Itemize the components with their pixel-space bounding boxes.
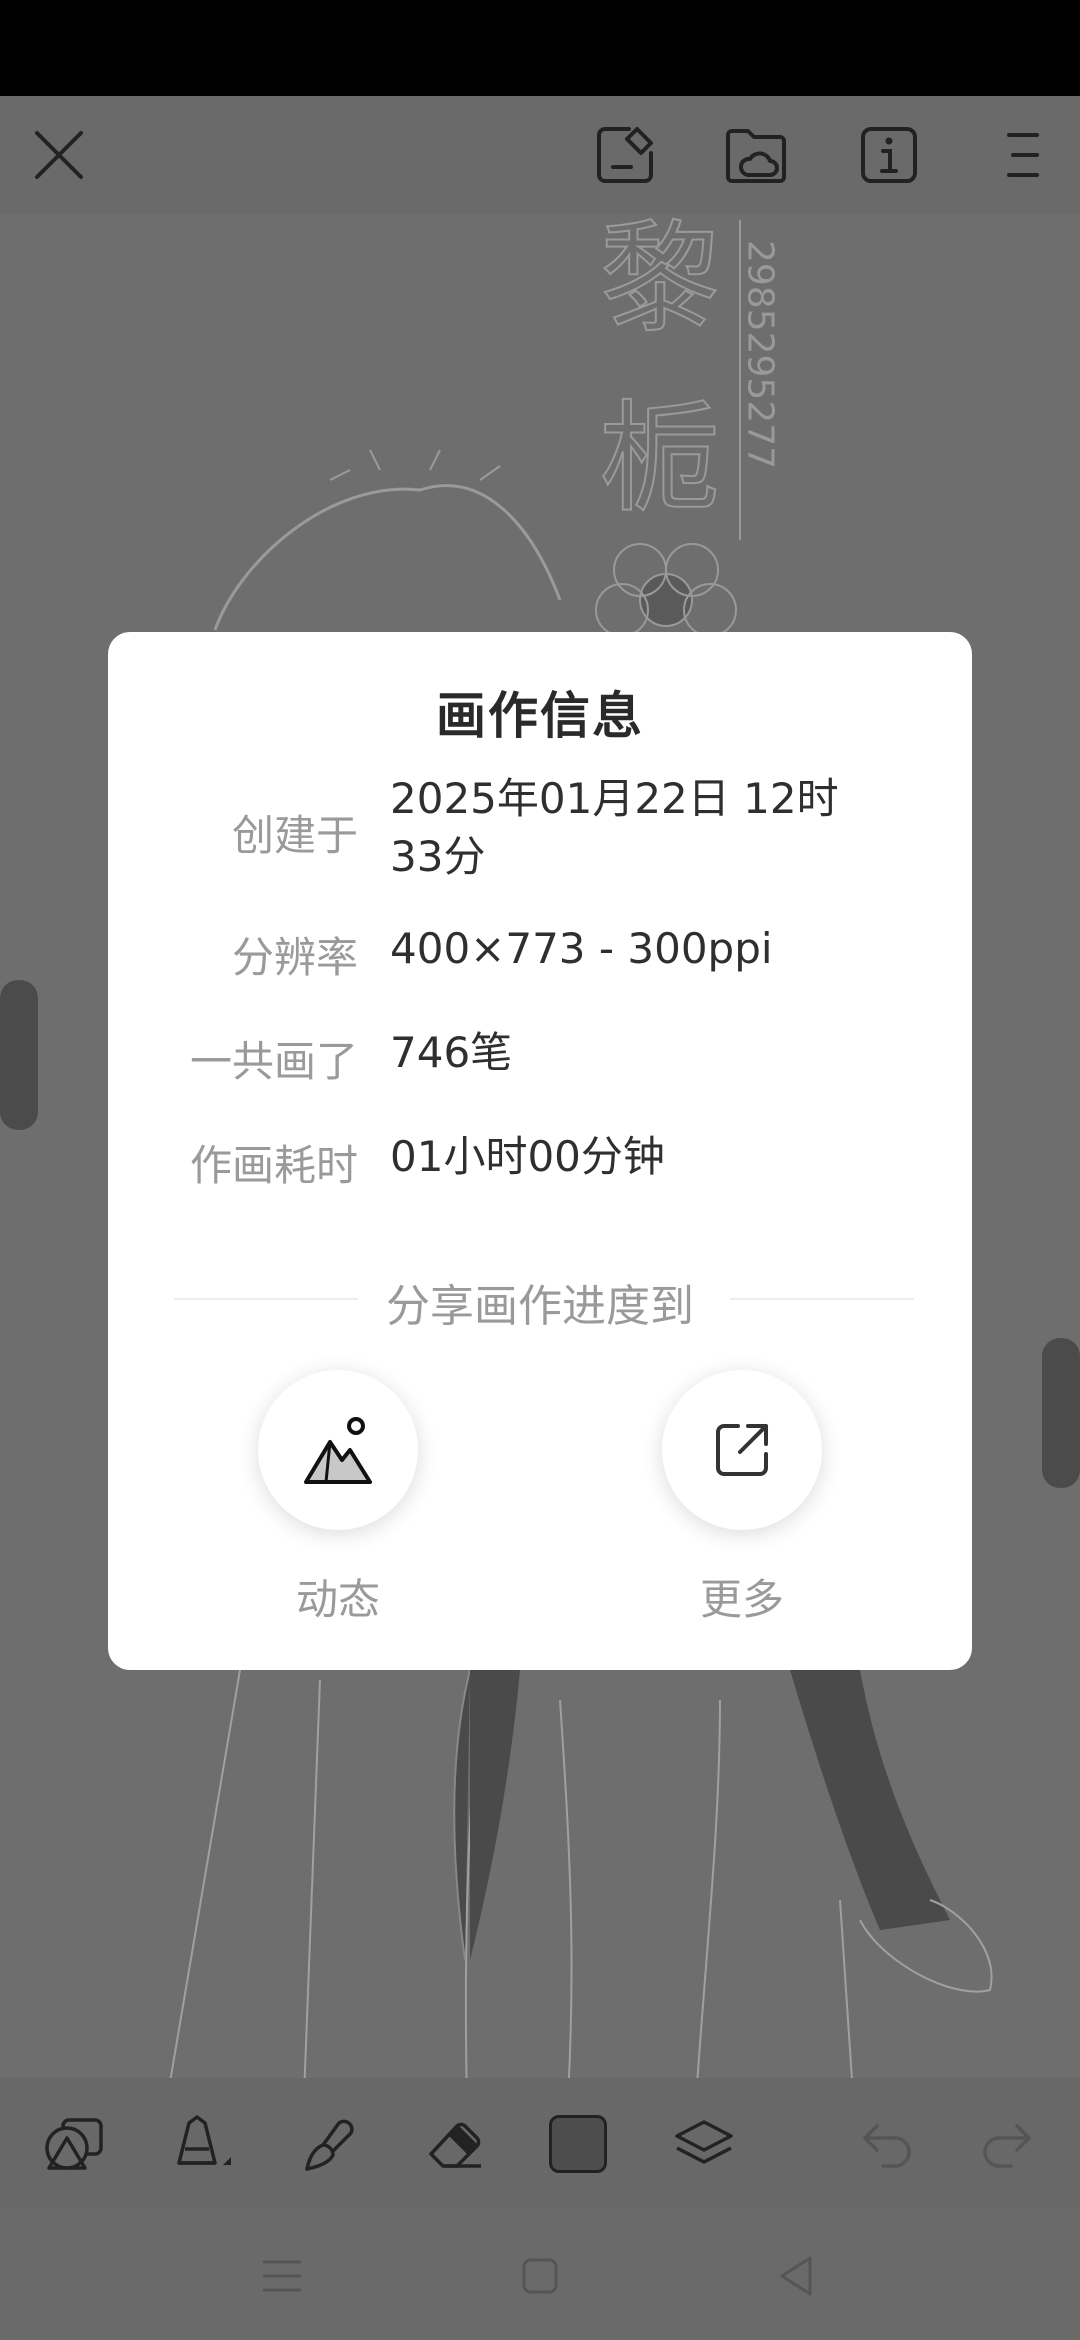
home-button[interactable] [512,2248,568,2304]
left-side-handle[interactable] [0,980,38,1130]
pencil-tip-icon [177,2115,231,2165]
pencil-tool-button[interactable] [164,2108,236,2180]
info-value-created: 2025年01月22日 12时33分 [390,774,839,881]
info-icon [861,127,917,183]
current-color-swatch [549,2115,607,2173]
info-value-duration: 01小时00分钟 [390,1132,665,1181]
external-share-icon [716,1424,768,1476]
eraser-tool-button[interactable] [418,2108,490,2180]
cloud-folder-button[interactable] [722,120,792,190]
close-icon [35,131,83,179]
share-divider-right [730,1298,914,1300]
layers-icon [675,2120,733,2164]
info-value-resolution: 400×773 - 300ppi [390,924,773,973]
handwriting-char-1: 黎 [600,210,720,349]
home-icon [522,2258,558,2294]
handwriting-char-2: 栀 [600,390,720,529]
mountain-photo-icon [304,1417,372,1484]
menu-icon [1007,133,1039,177]
eraser-icon [429,2122,481,2168]
status-bar [0,0,1080,96]
share-section-title: 分享画作进度到 [386,1281,694,1332]
shape-tool-button[interactable] [38,2108,110,2180]
handwriting-digits: 2985295277 [740,240,781,469]
bottom-toolbar [0,2078,1080,2208]
info-label-strokes: 一共画了 [189,1037,358,1086]
system-nav-bar [0,2208,1080,2340]
menu-button[interactable] [988,120,1058,190]
share-more-button[interactable] [662,1370,822,1530]
right-side-handle[interactable] [1042,1338,1080,1488]
edit-info-button[interactable] [590,120,660,190]
artwork-info-dialog: 画作信息 创建于 2025年01月22日 12时33分 分辨率 400×773 … [108,632,972,1670]
info-label-created: 创建于 [231,811,358,860]
info-label-duration: 作画耗时 [189,1141,358,1190]
layers-button[interactable] [668,2108,740,2180]
info-button[interactable] [854,120,924,190]
undo-button[interactable] [852,2108,924,2180]
top-toolbar [0,96,1080,214]
undo-icon [863,2124,911,2168]
close-button[interactable] [24,120,94,190]
recents-button[interactable] [254,2248,310,2304]
share-more-label: 更多 [699,1575,784,1624]
redo-icon [983,2124,1031,2168]
back-button[interactable] [768,2248,824,2304]
recents-icon [262,2260,302,2292]
redo-button[interactable] [970,2108,1042,2180]
brush-icon [305,2119,354,2171]
share-to-feed-button[interactable] [258,1370,418,1530]
info-label-resolution: 分辨率 [231,933,358,982]
shapes-icon [45,2118,103,2170]
share-to-feed-label: 动态 [295,1575,380,1624]
back-icon [780,2256,812,2296]
brush-tool-button[interactable] [292,2108,364,2180]
cloud-folder-icon [726,129,786,183]
edit-card-icon [597,127,653,183]
color-picker-button[interactable] [542,2108,614,2180]
info-value-strokes: 746笔 [390,1028,513,1077]
dialog-title: 画作信息 [436,687,644,745]
